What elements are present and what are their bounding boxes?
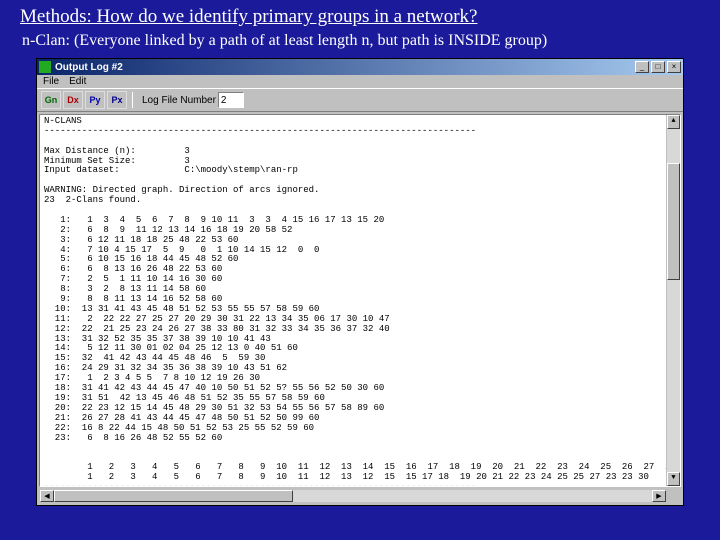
- scroll-thumb-v[interactable]: [667, 163, 680, 280]
- scroll-track-h[interactable]: [54, 490, 652, 502]
- scroll-thumb-h[interactable]: [54, 490, 293, 502]
- scroll-left-button[interactable]: ◀: [40, 490, 54, 502]
- toolbar: Gn Dx Py Px Log File Number: [37, 88, 683, 112]
- app-icon: [39, 61, 51, 73]
- maximize-button[interactable]: □: [651, 61, 665, 73]
- slide-subtitle: n-Clan: (Everyone linked by a path of at…: [0, 30, 720, 56]
- logfile-label: Log File Number: [142, 95, 216, 106]
- toolbar-btn-2[interactable]: Dx: [63, 91, 83, 109]
- window-title: Output Log #2: [55, 62, 633, 73]
- scroll-track-v[interactable]: [667, 129, 680, 472]
- toolbar-separator: [132, 92, 133, 108]
- menu-edit[interactable]: Edit: [69, 76, 86, 87]
- titlebar[interactable]: Output Log #2 _ □ ×: [37, 59, 683, 75]
- toolbar-btn-1[interactable]: Gn: [41, 91, 61, 109]
- scroll-up-button[interactable]: ▲: [667, 115, 680, 129]
- output-window: Output Log #2 _ □ × File Edit Gn Dx Py P…: [36, 58, 684, 506]
- horizontal-scrollbar[interactable]: ◀ ▶: [39, 489, 681, 503]
- toolbar-btn-3[interactable]: Py: [85, 91, 105, 109]
- minimize-button[interactable]: _: [635, 61, 649, 73]
- toolbar-btn-4[interactable]: Px: [107, 91, 127, 109]
- log-textarea[interactable]: N-CLANS --------------------------------…: [40, 115, 666, 486]
- slide-title: Methods: How do we identify primary grou…: [20, 6, 700, 28]
- close-button[interactable]: ×: [667, 61, 681, 73]
- menubar: File Edit: [37, 75, 683, 88]
- vertical-scrollbar[interactable]: ▲ ▼: [666, 115, 680, 486]
- scroll-down-button[interactable]: ▼: [667, 472, 680, 486]
- scroll-right-button[interactable]: ▶: [652, 490, 666, 502]
- logfile-input[interactable]: [218, 92, 244, 108]
- scroll-corner: [666, 490, 680, 504]
- menu-file[interactable]: File: [43, 76, 59, 87]
